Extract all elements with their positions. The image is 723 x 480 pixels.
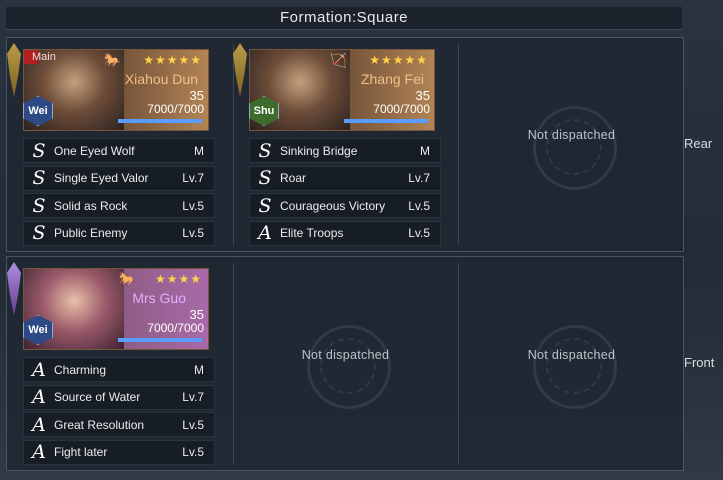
skill-grade-icon: S [32, 167, 46, 190]
troop-bar-fill [118, 338, 202, 342]
skill-row[interactable]: S One Eyed Wolf M [23, 138, 215, 163]
hero-name: Zhang Fei [360, 71, 424, 87]
rear-row-label: Rear [684, 136, 713, 151]
empty-seal-icon [532, 105, 617, 190]
skill-row[interactable]: A Charming M [23, 357, 215, 382]
skill-name: Sinking Bridge [280, 143, 358, 158]
rank-emblem-icon [7, 262, 21, 316]
skill-list: S One Eyed Wolf M S Single Eyed Valor Lv.7 S So… [23, 138, 215, 248]
skill-level: Lv.5 [408, 198, 430, 213]
cavalry-icon: 🐎 [118, 271, 136, 287]
skill-level: Lv.5 [182, 417, 204, 432]
hero-level: 35 [415, 88, 430, 103]
skill-row[interactable]: S Solid as Rock Lv.5 [23, 193, 215, 219]
troop-bar [344, 119, 428, 123]
main-label: Main [32, 51, 56, 63]
skill-name: Solid as Rock [54, 198, 128, 213]
skill-name: Great Resolution [54, 417, 145, 432]
hero-slot-xiahou-dun[interactable]: Main 🐎 ★★★★★ Xiahou Dun 35 7000/7000 Wei… [7, 38, 232, 251]
star-rating: ★★★★ [154, 272, 202, 286]
troop-bar [118, 338, 202, 342]
empty-slot-front-middle[interactable]: Not dispatched [233, 257, 458, 470]
troop-count: 7000/7000 [147, 321, 204, 335]
cavalry-icon: 🐎 [103, 52, 121, 68]
skill-name: Source of Water [54, 390, 141, 405]
skill-row[interactable]: S Public Enemy Lv.5 [23, 220, 215, 246]
skill-level: Lv.7 [408, 171, 430, 186]
empty-seal-icon [532, 324, 617, 409]
skill-level: Lv.5 [182, 226, 204, 241]
skill-level: Lv.5 [182, 198, 204, 213]
rear-row: Main 🐎 ★★★★★ Xiahou Dun 35 7000/7000 Wei… [6, 37, 684, 252]
hero-name: Xiahou Dun [124, 71, 198, 87]
skill-row[interactable]: S Courageous Victory Lv.5 [249, 193, 441, 219]
skill-grade-icon: A [32, 441, 46, 464]
empty-slot-rear[interactable]: Not dispatched [459, 38, 684, 251]
skill-level: M [194, 362, 204, 377]
troop-bar-fill [118, 119, 202, 123]
hero-level: 35 [189, 88, 204, 103]
not-dispatched-label: Not dispatched [301, 348, 390, 362]
skill-list: S Sinking Bridge M S Roar Lv.7 S Courageous Vic… [249, 138, 441, 248]
skill-grade-icon: S [258, 194, 272, 217]
skill-grade-icon: A [32, 413, 46, 436]
skill-grade-icon: S [32, 222, 46, 245]
skill-grade-icon: S [258, 167, 272, 190]
skill-grade-icon: S [258, 139, 272, 162]
not-dispatched-label: Not dispatched [527, 348, 616, 362]
formation-title: Formation:Square [6, 7, 682, 30]
skill-name: One Eyed Wolf [54, 143, 135, 158]
skill-grade-icon: S [32, 194, 46, 217]
archer-icon: 🏹 [329, 52, 347, 68]
skill-level: Lv.7 [182, 171, 204, 186]
front-row: 🐎 ★★★★ Mrs Guo 35 7000/7000 Wei A Charmin… [6, 256, 684, 471]
skill-level: Lv.7 [182, 390, 204, 405]
skill-row[interactable]: A Fight later Lv.5 [23, 439, 215, 465]
empty-seal-icon [306, 324, 391, 409]
skill-level: M [420, 143, 430, 158]
skill-row[interactable]: A Elite Troops Lv.5 [249, 220, 441, 246]
rank-emblem-icon [233, 43, 247, 97]
skill-name: Public Enemy [54, 226, 128, 241]
skill-name: Elite Troops [280, 226, 344, 241]
skill-name: Courageous Victory [280, 198, 386, 213]
skill-row[interactable]: A Great Resolution Lv.5 [23, 412, 215, 438]
hero-slot-mrs-guo[interactable]: 🐎 ★★★★ Mrs Guo 35 7000/7000 Wei A Charmin… [7, 257, 232, 470]
skill-level: Lv.5 [408, 226, 430, 241]
skill-name: Roar [280, 171, 307, 186]
troop-bar [118, 119, 202, 123]
skill-grade-icon: A [32, 358, 46, 381]
skill-row[interactable]: A Source of Water Lv.7 [23, 384, 215, 410]
skill-level: M [194, 143, 204, 158]
troop-bar-fill [344, 119, 428, 123]
hero-level: 35 [189, 307, 204, 322]
skill-name: Single Eyed Valor [54, 171, 149, 186]
skill-list: A Charming M A Source of Water Lv.7 A Great Res… [23, 357, 215, 467]
skill-name: Charming [54, 362, 107, 377]
skill-grade-icon: A [258, 222, 272, 245]
skill-name: Fight later [54, 445, 108, 460]
not-dispatched-label: Not dispatched [527, 128, 616, 142]
skill-level: Lv.5 [182, 445, 204, 460]
skill-row[interactable]: S Sinking Bridge M [249, 138, 441, 163]
front-row-label: Front [684, 355, 715, 370]
hero-name: Mrs Guo [132, 290, 186, 306]
star-rating: ★★★★★ [369, 53, 428, 67]
star-rating: ★★★★★ [143, 53, 202, 67]
skill-row[interactable]: S Roar Lv.7 [249, 165, 441, 191]
rank-emblem-icon [7, 43, 21, 97]
skill-row[interactable]: S Single Eyed Valor Lv.7 [23, 165, 215, 191]
troop-count: 7000/7000 [147, 102, 204, 116]
empty-slot-front-right[interactable]: Not dispatched [459, 257, 684, 470]
skill-grade-icon: A [32, 386, 46, 409]
hero-slot-zhang-fei[interactable]: 🏹 ★★★★★ Zhang Fei 35 7000/7000 Shu S Sink… [233, 38, 458, 251]
troop-count: 7000/7000 [373, 102, 430, 116]
skill-grade-icon: S [32, 139, 46, 162]
